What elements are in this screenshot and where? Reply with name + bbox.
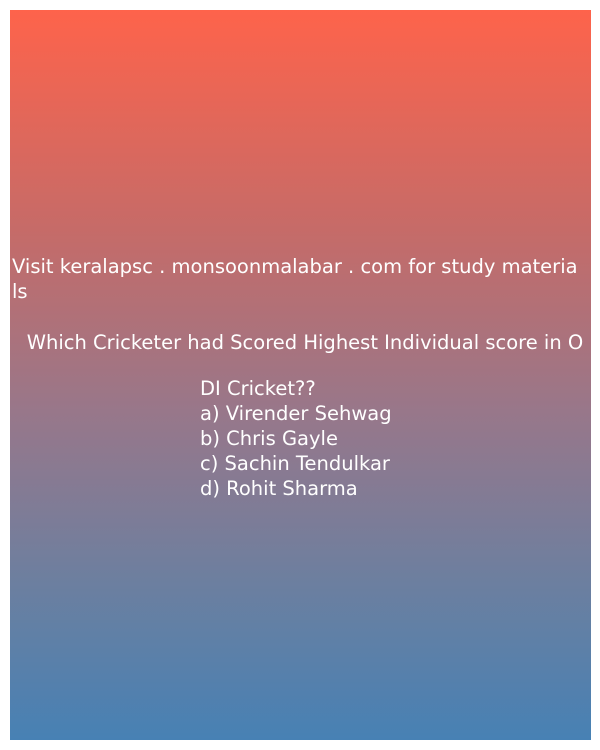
site-promo-text: Visit keralapsc . monsoonmalabar . com f… [12, 254, 592, 304]
quiz-card: Visit keralapsc . monsoonmalabar . com f… [10, 10, 591, 740]
option-b: b) Chris Gayle [200, 427, 338, 450]
option-c: c) Sachin Tendulkar [200, 452, 390, 475]
question-line-2: DI Cricket?? [200, 377, 316, 400]
question-line-1: Which Cricketer had Scored Highest Indiv… [26, 331, 584, 354]
option-a: a) Virender Sehwag [200, 402, 392, 425]
option-d: d) Rohit Sharma [200, 477, 358, 500]
site-promo-line-2: ls [12, 280, 28, 303]
answer-options: DI Cricket?? a) Virender Sehwag b) Chris… [200, 376, 392, 501]
site-promo-line-1: Visit keralapsc . monsoonmalabar . com f… [12, 255, 578, 278]
question-text: Which Cricketer had Scored Highest Indiv… [22, 330, 588, 355]
